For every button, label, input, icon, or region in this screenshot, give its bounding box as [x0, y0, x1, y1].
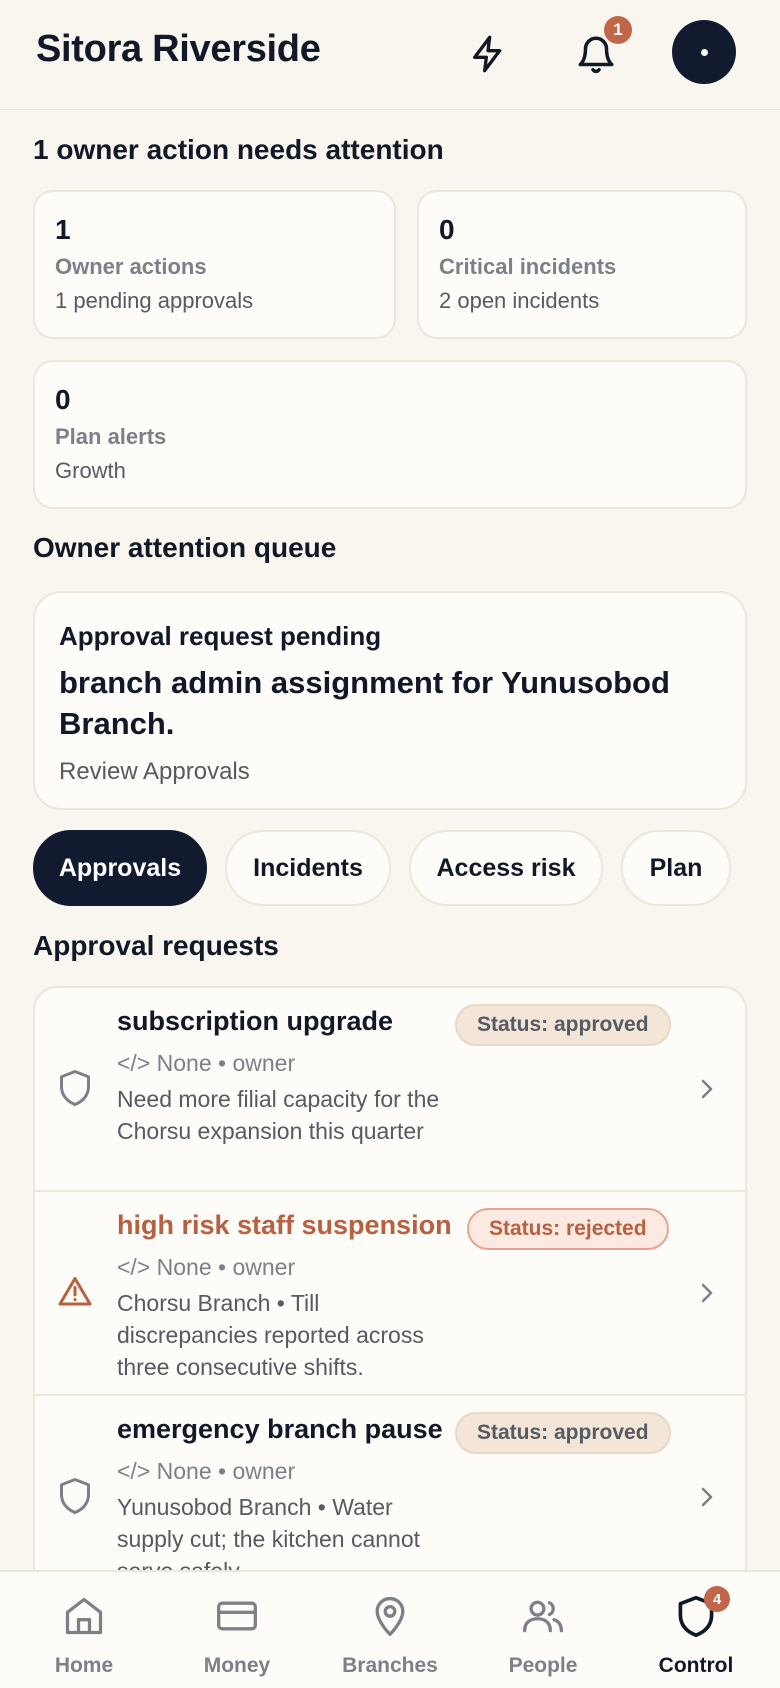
filter-access-risk[interactable]: Access risk	[409, 830, 603, 906]
tab-label: Home	[54, 1654, 114, 1677]
filter-approvals[interactable]: Approvals	[33, 830, 207, 906]
tab-people[interactable]: People	[465, 1572, 621, 1688]
tab-label: Money	[203, 1654, 271, 1677]
stat-sub: 1 pending approvals	[55, 288, 254, 313]
stat-sub: Growth	[55, 458, 126, 483]
main-content[interactable]: 1 owner action needs attention 1 Owner a…	[0, 110, 780, 1570]
status-badge: Status: rejected	[467, 1208, 669, 1250]
queue-card[interactable]: Approval request pending branch admin as…	[33, 591, 747, 810]
request-meta: </> None • owner	[117, 1050, 296, 1076]
list-item[interactable]: subscription upgrade Status: approved </…	[35, 988, 745, 1192]
tab-label: Control	[658, 1654, 734, 1677]
avatar-dot	[700, 48, 708, 56]
users-icon	[523, 1600, 563, 1633]
home-icon	[65, 1597, 103, 1635]
notification-badge: 1	[604, 16, 632, 44]
requests-title: Approval requests	[33, 930, 279, 961]
request-meta: </> None • owner	[117, 1254, 296, 1280]
tab-badge: 4	[704, 1586, 730, 1612]
shield-icon	[60, 1478, 90, 1514]
request-description: Chorsu Branch • Till discrepancies repor…	[117, 1290, 424, 1380]
warning-icon	[58, 1277, 92, 1306]
tab-label: People	[508, 1654, 578, 1677]
status-badge: Status: approved	[455, 1412, 671, 1454]
shield-icon	[60, 1070, 90, 1106]
queue-kicker: Approval request pending	[59, 621, 382, 651]
tab-branches[interactable]: Branches	[312, 1572, 468, 1688]
quick-actions-button[interactable]	[456, 22, 520, 86]
tab-label: Branches	[342, 1654, 438, 1677]
review-approvals-link[interactable]: Review Approvals	[59, 758, 721, 786]
filter-incidents[interactable]: Incidents	[225, 830, 391, 906]
bottom-tab-bar: Home Money Branches People 4 Control	[0, 1570, 780, 1688]
request-title: high risk staff suspension	[117, 1210, 452, 1240]
map-pin-icon	[375, 1596, 405, 1636]
filter-plan[interactable]: Plan	[621, 830, 731, 906]
stat-value: 0	[439, 214, 455, 245]
tab-home[interactable]: Home	[6, 1572, 162, 1688]
queue-title: Owner attention queue	[33, 532, 337, 563]
request-description: Yunusobod Branch • Water supply cut; the…	[117, 1494, 421, 1570]
stat-label: Owner actions	[55, 254, 207, 279]
tab-money[interactable]: Money	[159, 1572, 315, 1688]
approval-request-list: subscription upgrade Status: approved </…	[33, 986, 747, 1570]
tab-control[interactable]: 4 Control	[618, 1572, 774, 1688]
stat-value: 1	[55, 214, 71, 245]
request-title: subscription upgrade	[117, 1006, 394, 1036]
request-description: Need more filial capacity for the Chorsu…	[117, 1086, 440, 1144]
list-item[interactable]: emergency branch pause Status: approved …	[35, 1396, 745, 1570]
lightning-icon	[473, 35, 502, 73]
status-badge: Status: approved	[455, 1004, 671, 1046]
stat-sub: 2 open incidents	[439, 288, 600, 313]
stat-card-critical-incidents[interactable]: 0 Critical incidents 2 open incidents	[417, 190, 747, 339]
summary-title: 1 owner action needs attention	[33, 134, 444, 165]
chevron-right-icon	[701, 1079, 713, 1099]
chevron-right-icon	[701, 1487, 713, 1507]
top-header: Sitora Riverside 1	[0, 0, 780, 110]
stat-card-owner-actions[interactable]: 1 Owner actions 1 pending approvals	[33, 190, 396, 339]
app-title: Sitora Riverside	[36, 28, 321, 70]
queue-headline: branch admin assignment for Yunusobod Br…	[59, 665, 670, 741]
stat-label: Critical incidents	[439, 254, 617, 279]
request-title: emergency branch pause	[117, 1414, 443, 1444]
chevron-right-icon	[701, 1283, 713, 1303]
stat-card-plan-alerts[interactable]: 0 Plan alerts Growth	[33, 360, 747, 509]
stat-value: 0	[55, 384, 71, 415]
avatar[interactable]	[672, 20, 736, 84]
stat-label: Plan alerts	[55, 424, 167, 449]
request-meta: </> None • owner	[117, 1458, 296, 1484]
card-icon	[217, 1601, 257, 1631]
list-item[interactable]: high risk staff suspension Status: rejec…	[35, 1192, 745, 1396]
